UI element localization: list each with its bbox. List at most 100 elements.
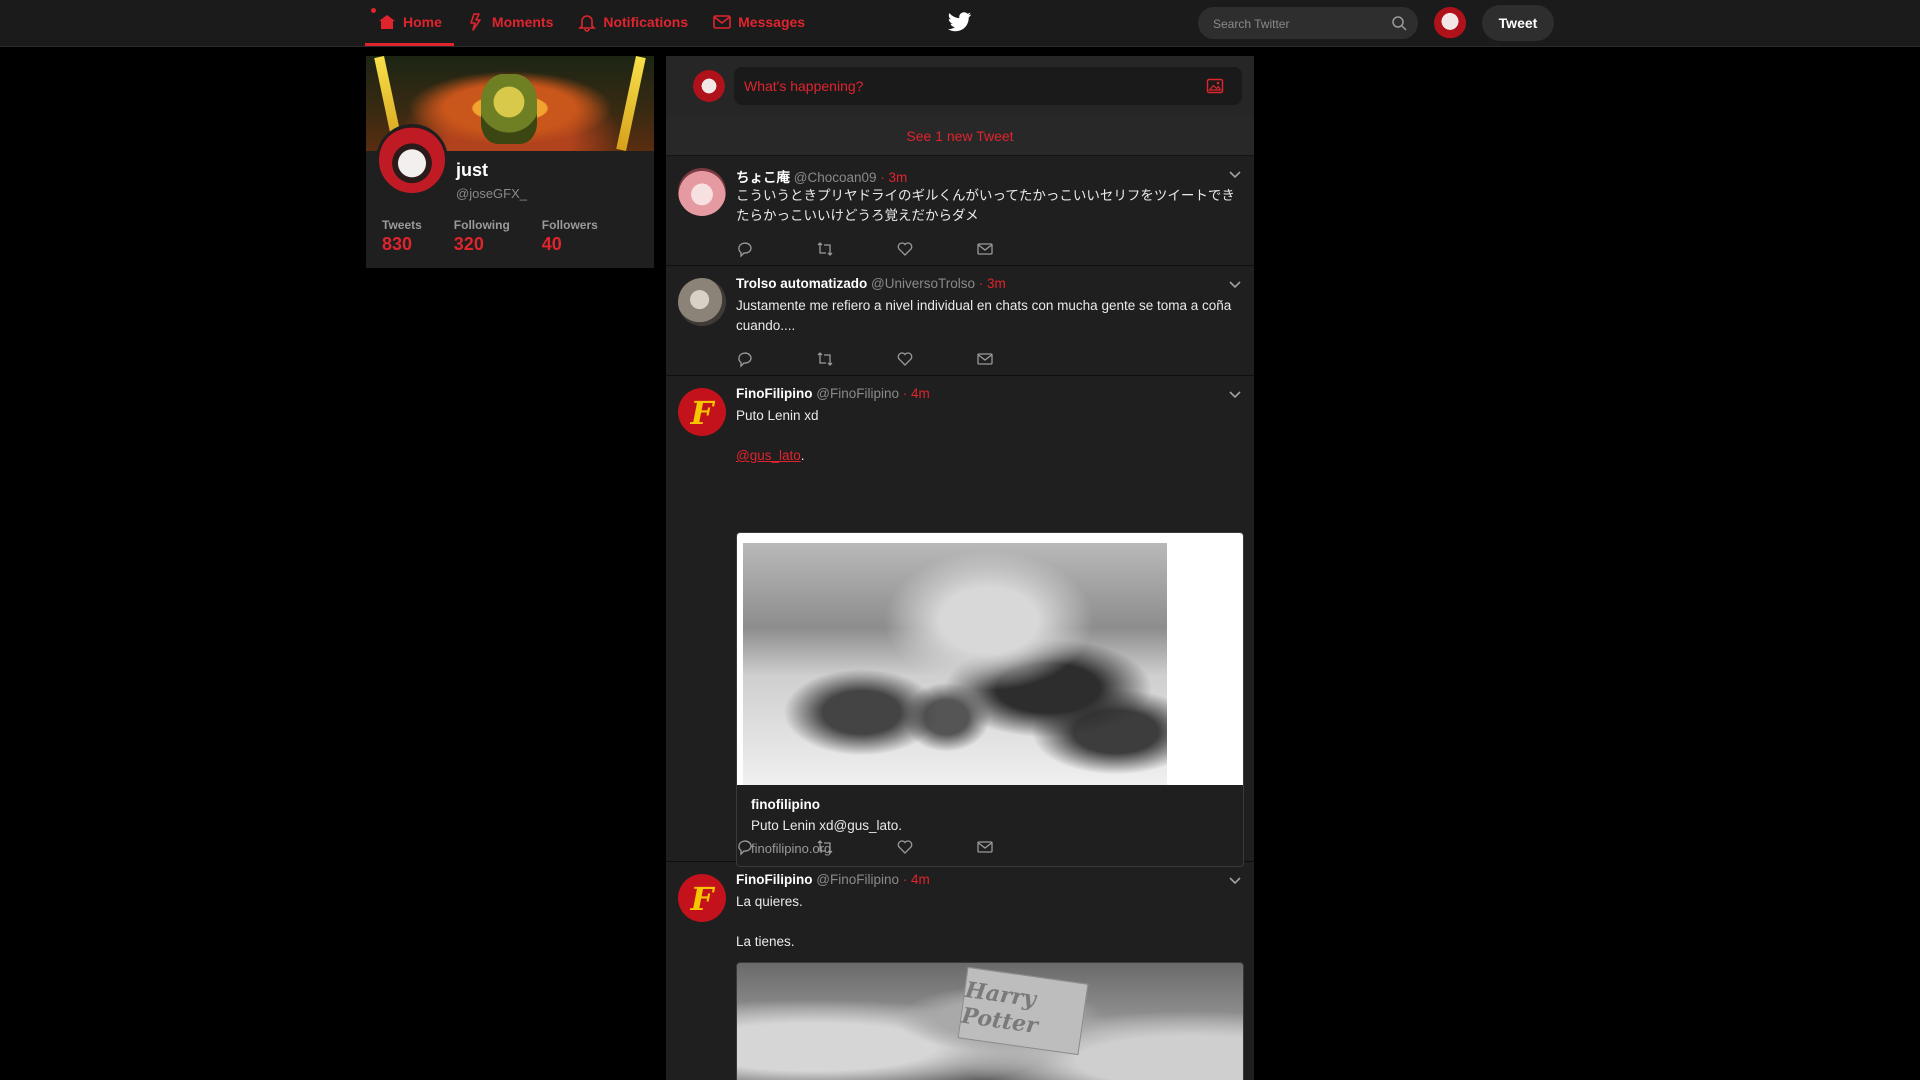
like-button[interactable] <box>896 838 976 858</box>
tweet-timestamp[interactable]: · 3m <box>979 276 1006 291</box>
new-tweets-bar[interactable]: See 1 new Tweet <box>666 116 1254 156</box>
tweet-author-name[interactable]: Trolso automatizado <box>736 276 867 291</box>
banner-art <box>616 56 646 151</box>
tweet-avatar[interactable]: F <box>678 874 726 922</box>
nav-moments-label: Moments <box>491 14 554 30</box>
stat-value: 320 <box>453 234 484 254</box>
add-photo-icon[interactable] <box>1206 77 1224 95</box>
link-preview-image <box>737 533 1243 785</box>
chevron-down-icon[interactable] <box>1228 280 1242 290</box>
tweet-avatar[interactable]: F <box>678 388 726 436</box>
tweet-text-line: La quieres. <box>736 894 803 909</box>
stat-followers[interactable]: Followers 40 <box>542 218 598 255</box>
stat-label: Followers <box>541 218 598 232</box>
heart-icon <box>897 840 913 854</box>
top-navigation-bar: Home Moments Notifications Messages Twee… <box>0 0 1920 47</box>
nav-messages[interactable]: Messages <box>700 0 817 44</box>
tweet-button[interactable]: Tweet <box>1482 5 1554 41</box>
message-button[interactable] <box>976 240 1056 260</box>
search-box[interactable] <box>1198 7 1418 40</box>
tweet[interactable]: Trolso automatizado @UniversoTrolso · 3m… <box>666 266 1254 376</box>
tweet-author-name[interactable]: ちょこ庵 <box>736 170 790 185</box>
tweet-text-punctuation: . <box>800 448 805 463</box>
chevron-down-icon[interactable] <box>1228 170 1242 180</box>
user-avatar[interactable] <box>1434 7 1466 39</box>
profile-card: just @joseGFX_ Tweets 830 Following 320 … <box>366 56 654 268</box>
tweet-header: ちょこ庵 @Chocoan09 · 3m <box>736 166 907 186</box>
like-button[interactable] <box>896 350 976 370</box>
tweet-text: Justamente me refiero a nivel individual… <box>736 298 1232 333</box>
tweet-author-name[interactable]: FinoFilipino <box>736 386 812 401</box>
retweet-icon <box>817 242 833 256</box>
tweet-text: Puto Lenin xd @gus_lato. <box>736 406 1236 466</box>
tweet-text: こういうときプリヤドライのギルくんがいってたかっこいいセリフをツイートできたらか… <box>736 188 1235 223</box>
finofilipino-logo-icon: F <box>690 880 716 918</box>
stat-label: Following <box>453 218 510 232</box>
tweet-timestamp[interactable]: · 4m <box>903 386 930 401</box>
stat-value: 40 <box>541 234 562 254</box>
notification-dot <box>371 8 376 13</box>
retweet-icon <box>817 352 833 366</box>
tweet[interactable]: F FinoFilipino @FinoFilipino · 4m La qui… <box>666 862 1254 1080</box>
tweet-author-handle[interactable]: @FinoFilipino <box>816 386 899 401</box>
tweet-media[interactable]: Harry Potter <box>736 962 1244 1080</box>
tweet-author-handle[interactable]: @UniversoTrolso <box>871 276 975 291</box>
heart-icon <box>897 352 913 366</box>
retweet-icon <box>817 840 833 854</box>
tweet-avatar[interactable] <box>678 278 726 326</box>
tweet-composer <box>666 56 1254 116</box>
tweet-text: La quieres. La tienes. <box>736 892 1236 952</box>
profile-avatar[interactable] <box>376 124 448 196</box>
tweet-actions <box>736 350 1056 370</box>
nav-notifications[interactable]: Notifications <box>565 0 700 44</box>
link-preview-card[interactable]: finofilipino Puto Lenin xd@gus_lato. fin… <box>736 532 1244 867</box>
profile-handle[interactable]: @joseGFX_ <box>456 186 527 201</box>
tweet-author-handle[interactable]: @FinoFilipino <box>816 872 899 887</box>
tweet-avatar[interactable] <box>678 168 726 216</box>
tweet-actions <box>736 838 1056 858</box>
link-preview-title: finofilipino <box>751 797 820 812</box>
compose-input[interactable] <box>734 67 1242 105</box>
reply-icon <box>738 352 752 368</box>
profile-name[interactable]: just <box>456 160 488 181</box>
retweet-button[interactable] <box>816 838 896 858</box>
reply-button[interactable] <box>736 240 816 260</box>
tweet[interactable]: ちょこ庵 @Chocoan09 · 3m こういうときプリヤドライのギルくんがい… <box>666 156 1254 266</box>
search-icon[interactable] <box>1391 15 1407 31</box>
message-button[interactable] <box>976 350 1056 370</box>
tweet-author-handle[interactable]: @Chocoan09 <box>794 170 877 185</box>
nav-home[interactable]: Home <box>365 0 454 46</box>
chevron-down-icon[interactable] <box>1228 390 1242 400</box>
tweet-timestamp[interactable]: · 4m <box>903 872 930 887</box>
illustration-image <box>743 543 1167 785</box>
chevron-down-icon[interactable] <box>1228 876 1242 886</box>
search-input[interactable] <box>1211 8 1385 40</box>
reply-button[interactable] <box>736 838 816 858</box>
nav-home-label: Home <box>403 13 442 30</box>
lightning-icon <box>470 13 481 31</box>
tweet-timestamp[interactable]: · 3m <box>880 170 907 185</box>
message-button[interactable] <box>976 838 1056 858</box>
banner-art <box>481 74 537 144</box>
tweet-text-line: Puto Lenin xd <box>736 408 819 423</box>
like-button[interactable] <box>896 240 976 260</box>
tweet-author-name[interactable]: FinoFilipino <box>736 872 812 887</box>
nav-moments[interactable]: Moments <box>454 0 565 44</box>
nav-messages-label: Messages <box>738 14 806 30</box>
profile-stats: Tweets 830 Following 320 Followers 40 <box>382 218 630 255</box>
envelope-icon <box>977 841 993 853</box>
retweet-button[interactable] <box>816 350 896 370</box>
tweet[interactable]: F FinoFilipino @FinoFilipino · 4m Puto L… <box>666 376 1254 867</box>
nav-notifications-label: Notifications <box>603 14 689 30</box>
tweet-mention-link[interactable]: @gus_lato <box>736 448 801 463</box>
svg-text:F: F <box>690 394 716 432</box>
retweet-button[interactable] <box>816 240 896 260</box>
twitter-bird-icon[interactable] <box>948 12 972 32</box>
reply-icon <box>738 242 752 258</box>
link-preview-description: Puto Lenin xd@gus_lato. <box>751 818 903 833</box>
composer-avatar <box>693 70 725 102</box>
reply-button[interactable] <box>736 350 816 370</box>
stat-following[interactable]: Following 320 <box>454 218 510 255</box>
stat-tweets[interactable]: Tweets 830 <box>382 218 422 255</box>
bell-icon <box>578 15 597 32</box>
